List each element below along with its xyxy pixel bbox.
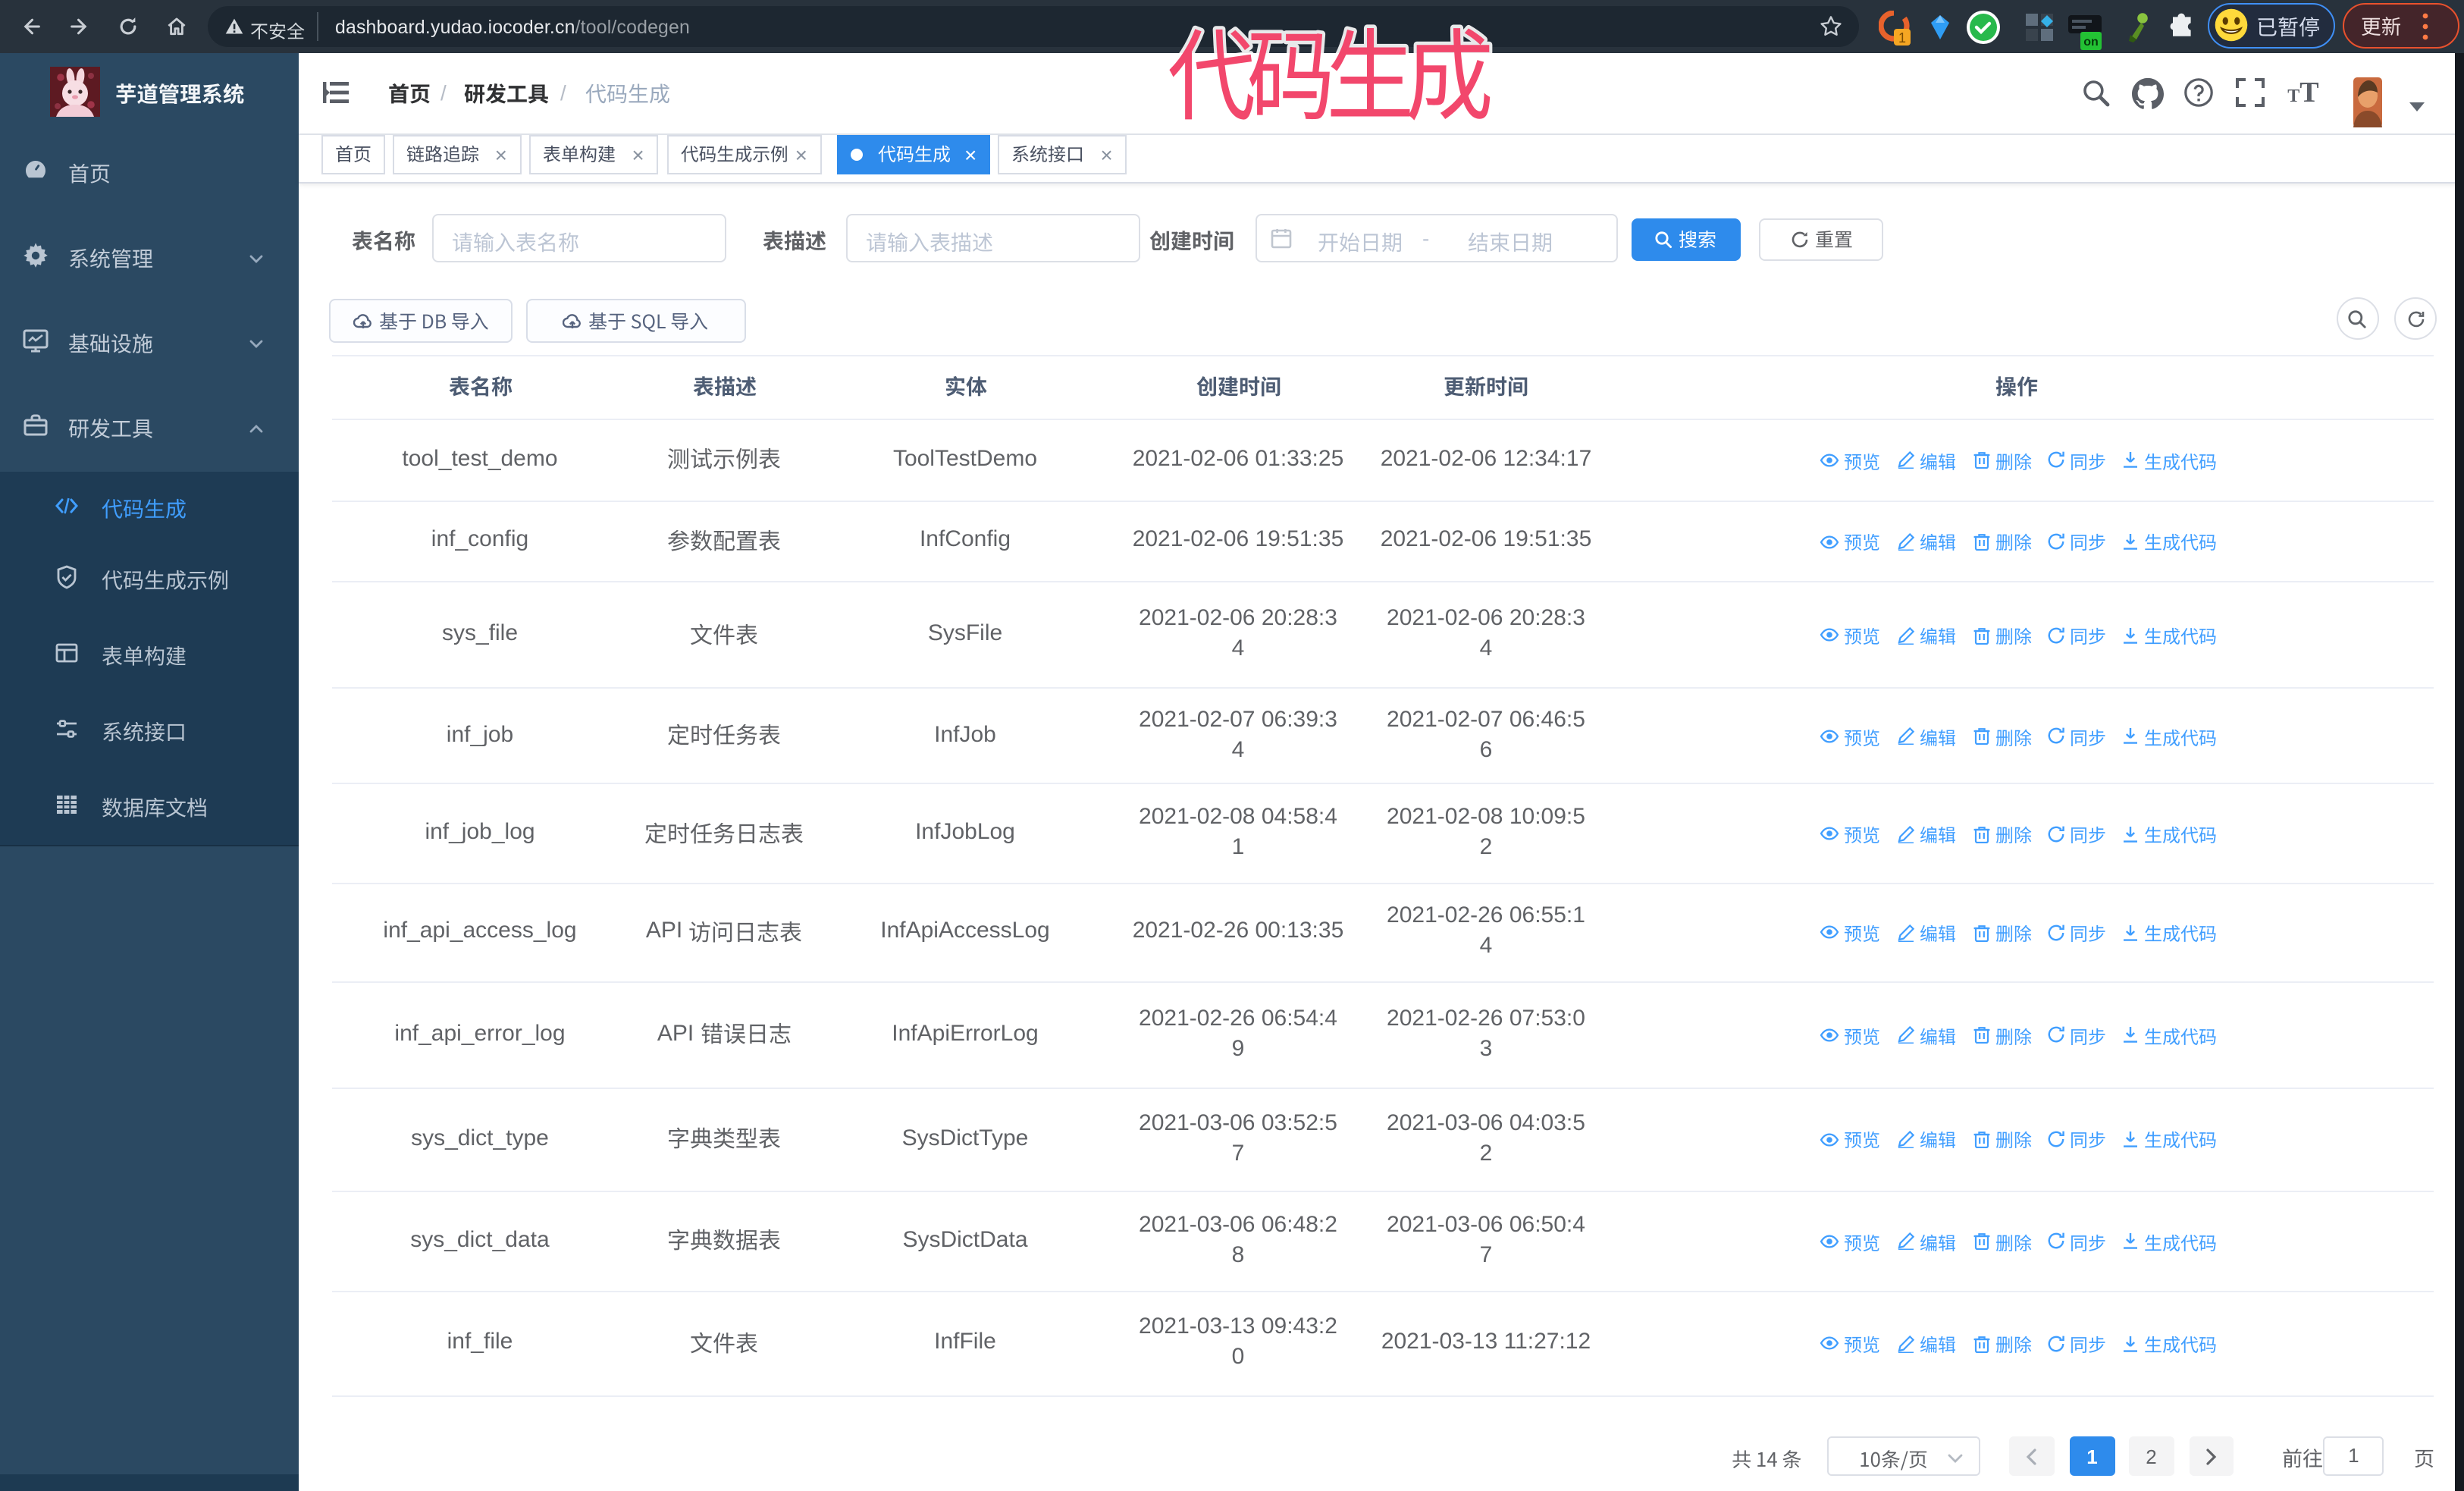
svg-text:1: 1 — [1898, 30, 1906, 46]
svg-text:on: on — [2083, 36, 2099, 49]
